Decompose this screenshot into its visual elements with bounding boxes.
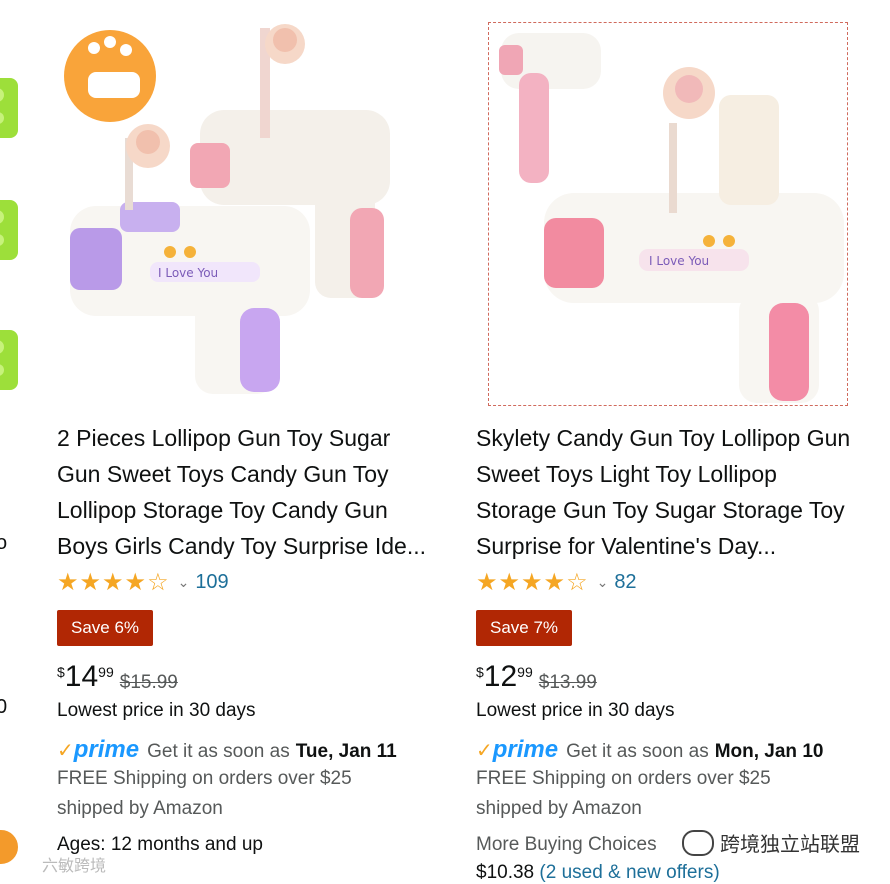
gun-label-text: I Love You [649,254,709,268]
product-card: I Love You Skylety Candy Gun Toy Lollipo… [468,0,863,883]
prime-logo: prime [73,736,140,763]
more-buying-choices: More Buying Choices [476,834,657,855]
rating-stars[interactable]: ★★★★☆ [57,568,170,597]
get-it-text: Get it as soon as [147,741,290,762]
save-badge: Save 7% [476,610,573,646]
rating-row: ★★★★☆ ⌄ 82 [476,568,637,596]
lowest-price-text: Lowest price in 30 days [57,700,256,721]
product-card: I Love You 2 Pieces Lollipop Gun Toy Sug… [40,0,435,880]
partial-text: 0 [0,696,8,718]
partial-product-image[interactable] [0,330,18,390]
shipped-by-text: shipped by Amazon [476,798,642,819]
product-image[interactable]: I Love You [50,18,420,410]
watermark-text: 跨境独立站联盟 [720,834,860,856]
prime-check-icon: ✓ [476,740,493,762]
price[interactable]: $ 12 99 $13.99 [476,658,597,696]
prime-logo: prime [492,736,559,763]
lowest-price-text: Lowest price in 30 days [476,700,675,721]
offers-line: $10.38 (2 used & new offers) [476,862,720,884]
delivery-info: ✓ prime Get it as soon as Mon, Jan 10 [476,736,823,764]
rating-row: ★★★★☆ ⌄ 109 [57,568,229,596]
price[interactable]: $ 14 99 $15.99 [57,658,178,696]
price-whole: 12 [483,660,518,693]
price-symbol: $ [476,664,484,680]
price-symbol: $ [57,664,65,680]
free-shipping-text: FREE Shipping on orders over $25 [476,768,771,789]
partial-text: . [0,566,2,589]
chevron-down-icon[interactable]: ⌄ [178,574,190,591]
list-price: $13.99 [538,672,597,693]
get-it-text: Get it as soon as [566,741,709,762]
free-shipping-text: FREE Shipping on orders over $25 [57,768,352,789]
prime-check-icon: ✓ [57,740,74,762]
shipped-by-text: shipped by Amazon [57,798,223,819]
delivery-info: ✓ prime Get it as soon as Tue, Jan 11 [57,736,397,764]
partial-product-image[interactable] [0,200,18,260]
save-badge: Save 6% [57,610,154,646]
partial-text: o [0,532,8,554]
list-price: $15.99 [119,672,178,693]
price-fraction: 99 [98,664,114,680]
rating-stars[interactable]: ★★★★☆ [476,568,589,597]
price-whole: 14 [64,660,99,693]
watermark: 跨境独立站联盟 [676,826,866,859]
chevron-down-icon[interactable]: ⌄ [597,574,609,591]
partial-avatar [0,828,20,866]
watermark-subtext: 六敏跨境 [42,858,107,875]
delivery-date: Mon, Jan 10 [714,741,824,762]
product-title-link[interactable]: Skylety Candy Gun Toy Lollipop Gun Sweet… [476,420,856,564]
product-image[interactable]: I Love You [488,22,848,406]
rating-count-link[interactable]: 109 [195,571,228,594]
wechat-logo-icon [682,829,714,856]
delivery-date: Tue, Jan 11 [295,741,397,762]
price-fraction: 99 [517,664,533,680]
partial-product-image[interactable] [0,78,18,138]
product-title-link[interactable]: 2 Pieces Lollipop Gun Toy Sugar Gun Swee… [57,420,437,564]
rating-count-link[interactable]: 82 [614,571,636,594]
gun-label-text: I Love You [158,266,218,280]
left-partial-column: o . 0 [0,0,30,880]
